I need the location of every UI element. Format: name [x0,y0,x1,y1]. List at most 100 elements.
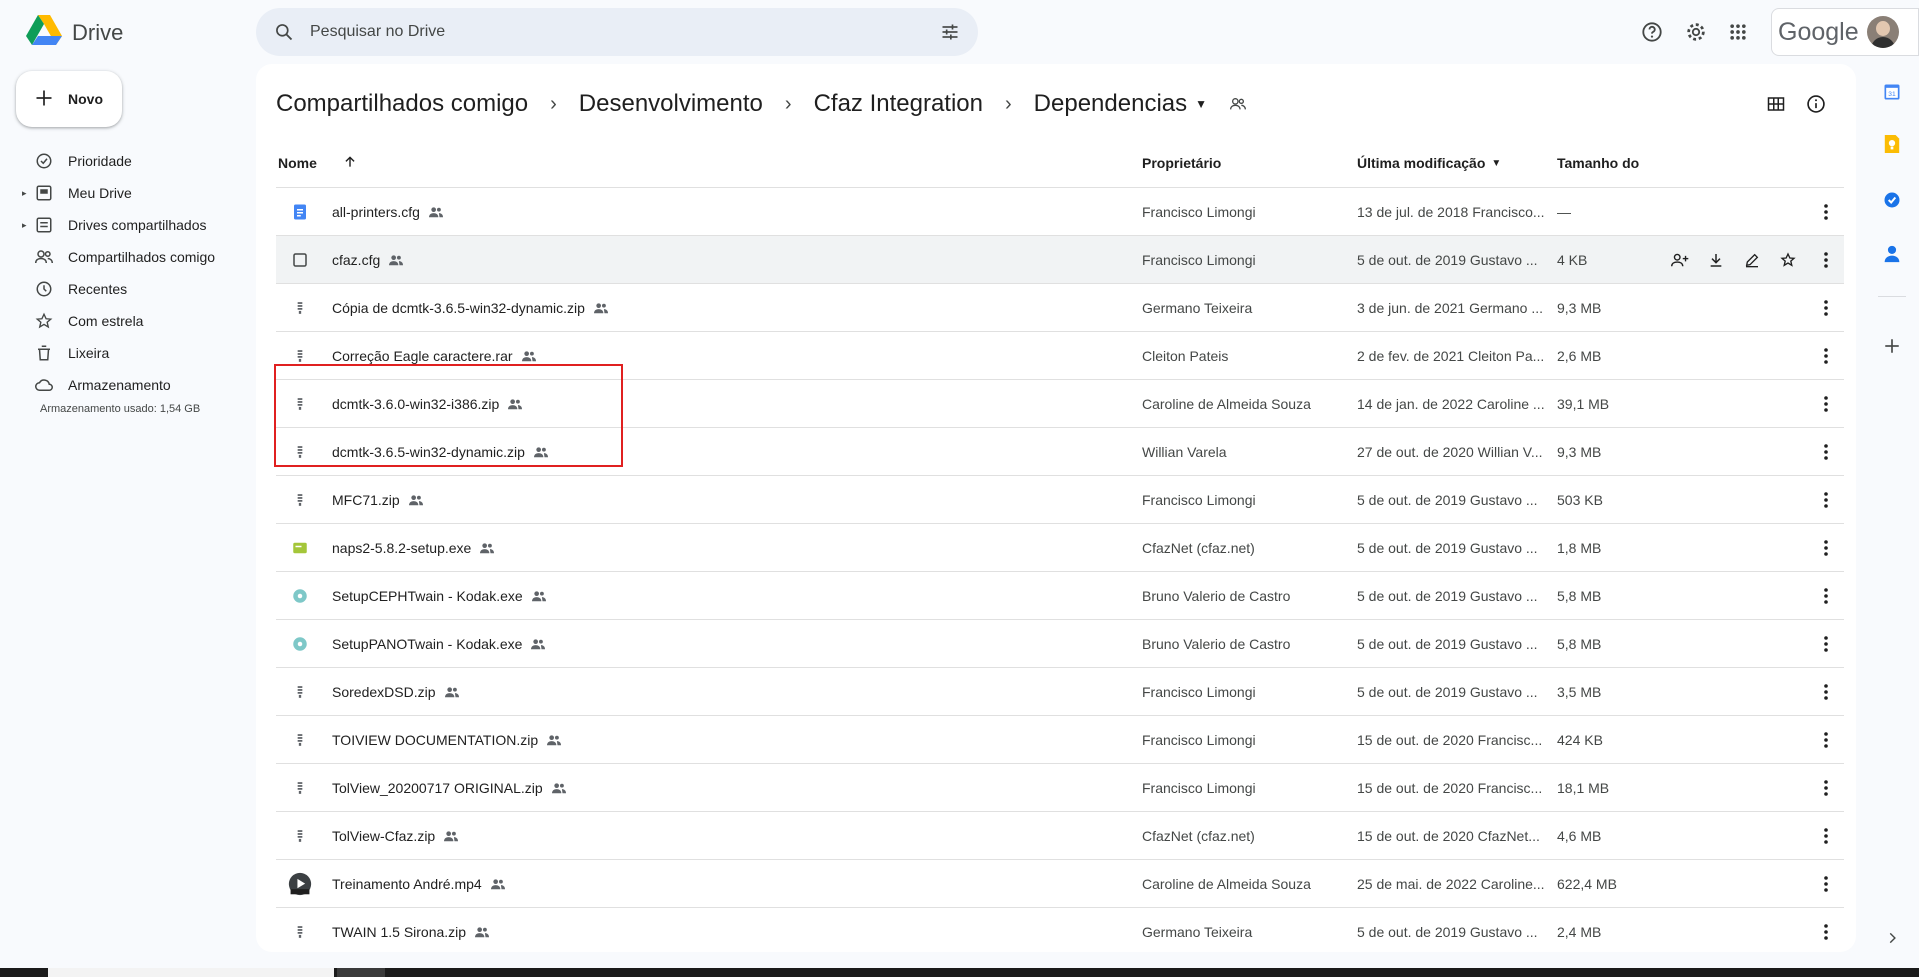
search-options-icon[interactable] [938,20,962,44]
more-options-icon[interactable] [1814,668,1838,716]
more-options-icon[interactable] [1814,908,1838,952]
table-row[interactable]: cfaz.cfg Francisco Limongi 5 de out. de 20… [276,236,1844,284]
table-row[interactable]: Cópia de dcmtk-3.6.5-win32-dynamic.zip Ge… [276,284,1844,332]
file-name-cell[interactable]: SetupPANOTwain - Kodak.exe [332,620,1132,668]
caret-down-icon[interactable]: ▼ [1491,158,1501,169]
shared-folder-icon[interactable] [1229,96,1247,112]
file-name-cell[interactable]: dcmtk-3.6.5-win32-dynamic.zip [332,428,1132,476]
more-options-icon[interactable] [1814,572,1838,620]
tasks-icon[interactable] [1880,188,1904,212]
sidebar-item-lixeira[interactable]: Lixeira [0,337,256,369]
rename-pencil-icon[interactable] [1738,246,1766,274]
table-row[interactable]: all-printers.cfg Francisco Limongi 13 de j… [276,188,1844,236]
table-row[interactable]: TWAIN 1.5 Sirona.zip Germano Teixeira 5 de… [276,908,1844,952]
breadcrumb-item[interactable]: Cfaz Integration [814,90,983,118]
sidebar-item-com-estrela[interactable]: Com estrela [0,305,256,337]
file-name-cell[interactable]: TolView_20200717 ORIGINAL.zip [332,764,1132,812]
file-name-cell[interactable]: Treinamento André.mp4 [332,860,1132,908]
table-row[interactable]: TolView-Cfaz.zip CfazNet (cfaz.net) 15 de … [276,812,1844,860]
info-icon[interactable] [1796,84,1836,124]
sidebar-item-recentes[interactable]: Recentes [0,273,256,305]
table-row[interactable]: dcmtk-3.6.0-win32-i386.zip Caroline de Al… [276,380,1844,428]
file-name-cell[interactable]: SoredexDSD.zip [332,668,1132,716]
column-name[interactable]: Nome [278,138,357,188]
search-box[interactable]: Pesquisar no Drive [256,8,978,56]
new-button[interactable]: Novo [16,71,122,127]
column-size[interactable]: Tamanho do [1557,138,1639,188]
file-name-cell[interactable]: TOIVIEW DOCUMENTATION.zip [332,716,1132,764]
expand-caret-icon[interactable]: ▸ [22,188,27,199]
more-options-icon[interactable] [1814,620,1838,668]
file-name-cell[interactable]: cfaz.cfg [332,236,1132,284]
breadcrumb-current[interactable]: Dependencias [1034,90,1187,118]
taskbar-window-thumb[interactable] [48,968,334,977]
owner-cell: Germano Teixeira [1142,924,1253,940]
search-icon[interactable] [272,20,296,44]
file-name-cell[interactable]: Correção Eagle caractere.rar [332,332,1132,380]
table-row[interactable]: SetupPANOTwain - Kodak.exe Bruno Valerio … [276,620,1844,668]
share-add-person-icon[interactable] [1666,246,1694,274]
more-options-icon[interactable] [1814,764,1838,812]
sidebar-item-prioridade[interactable]: Prioridade [0,145,256,177]
sidebar-item-drives-compartilhados[interactable]: ▸ Drives compartilhados [0,209,256,241]
more-options-icon[interactable] [1814,428,1838,476]
more-options-icon[interactable] [1814,284,1838,332]
table-row[interactable]: Correção Eagle caractere.rar Cleiton Pate… [276,332,1844,380]
file-name-cell[interactable]: naps2-5.8.2-setup.exe [332,524,1132,572]
table-row[interactable]: MFC71.zip Francisco Limongi 5 de out. de 2… [276,476,1844,524]
avatar[interactable] [1866,16,1899,48]
add-addon-icon[interactable] [1880,334,1904,358]
keep-icon[interactable] [1880,132,1904,156]
sidebar-item-meu-drive[interactable]: ▸ Meu Drive [0,177,256,209]
help-icon[interactable] [1636,16,1668,48]
sidebar-item-compartilhados-comigo[interactable]: Compartilhados comigo [0,241,256,273]
more-options-icon[interactable] [1814,524,1838,572]
file-name-cell[interactable]: SetupCEPHTwain - Kodak.exe [332,572,1132,620]
more-options-icon[interactable] [1814,476,1838,524]
taskbar-window-thumb[interactable] [337,968,385,977]
table-row[interactable]: Treinamento André.mp4 Caroline de Almeida… [276,860,1844,908]
contacts-icon[interactable] [1880,242,1904,266]
more-options-icon[interactable] [1814,380,1838,428]
column-modified[interactable]: Última modificação ▼ [1357,138,1501,188]
breadcrumb-item[interactable]: Compartilhados comigo [276,90,528,118]
sort-arrow-up-icon[interactable] [343,155,357,172]
more-options-icon[interactable] [1814,236,1838,284]
table-row[interactable]: TOIVIEW DOCUMENTATION.zip Francisco Limon… [276,716,1844,764]
more-options-icon[interactable] [1814,332,1838,380]
table-row[interactable]: TolView_20200717 ORIGINAL.zip Francisco L… [276,764,1844,812]
expand-caret-icon[interactable]: ▸ [22,220,27,231]
file-name-cell[interactable]: TWAIN 1.5 Sirona.zip [332,908,1132,952]
file-name-cell[interactable]: all-printers.cfg [332,188,1132,236]
drive-logo[interactable]: Drive [26,14,123,51]
apps-grid-icon[interactable] [1722,16,1754,48]
account-switcher[interactable]: Google [1771,8,1919,56]
file-name: TOIVIEW DOCUMENTATION.zip [332,732,539,748]
calendar-icon[interactable]: 31 [1880,80,1904,104]
more-options-icon[interactable] [1814,860,1838,908]
table-row[interactable]: naps2-5.8.2-setup.exe CfazNet (cfaz.net) 5… [276,524,1844,572]
file-name-cell[interactable]: TolView-Cfaz.zip [332,812,1132,860]
sidebar-item-armazenamento[interactable]: Armazenamento [0,369,256,401]
search-input[interactable]: Pesquisar no Drive [310,23,938,41]
grid-view-icon[interactable] [1756,84,1796,124]
os-taskbar [0,968,1919,977]
download-icon[interactable] [1702,246,1730,274]
file-name-cell[interactable]: dcmtk-3.6.0-win32-i386.zip [332,380,1132,428]
breadcrumb-item[interactable]: Desenvolvimento [579,90,763,118]
table-row[interactable]: SoredexDSD.zip Francisco Limongi 5 de out.… [276,668,1844,716]
file-name-cell[interactable]: Cópia de dcmtk-3.6.5-win32-dynamic.zip [332,284,1132,332]
file-name-cell[interactable]: MFC71.zip [332,476,1132,524]
more-options-icon[interactable] [1814,188,1838,236]
caret-down-icon[interactable]: ▼ [1195,97,1207,111]
column-owner[interactable]: Proprietário [1142,138,1221,188]
table-row[interactable]: SetupCEPHTwain - Kodak.exe Bruno Valerio … [276,572,1844,620]
star-icon[interactable] [1774,246,1802,274]
chevron-right-icon[interactable] [1880,926,1904,950]
checkbox-icon[interactable] [288,236,312,284]
settings-icon[interactable] [1680,16,1712,48]
more-options-icon[interactable] [1814,812,1838,860]
file-name: TolView_20200717 ORIGINAL.zip [332,780,543,796]
table-row[interactable]: dcmtk-3.6.5-win32-dynamic.zip Willian Var… [276,428,1844,476]
more-options-icon[interactable] [1814,716,1838,764]
